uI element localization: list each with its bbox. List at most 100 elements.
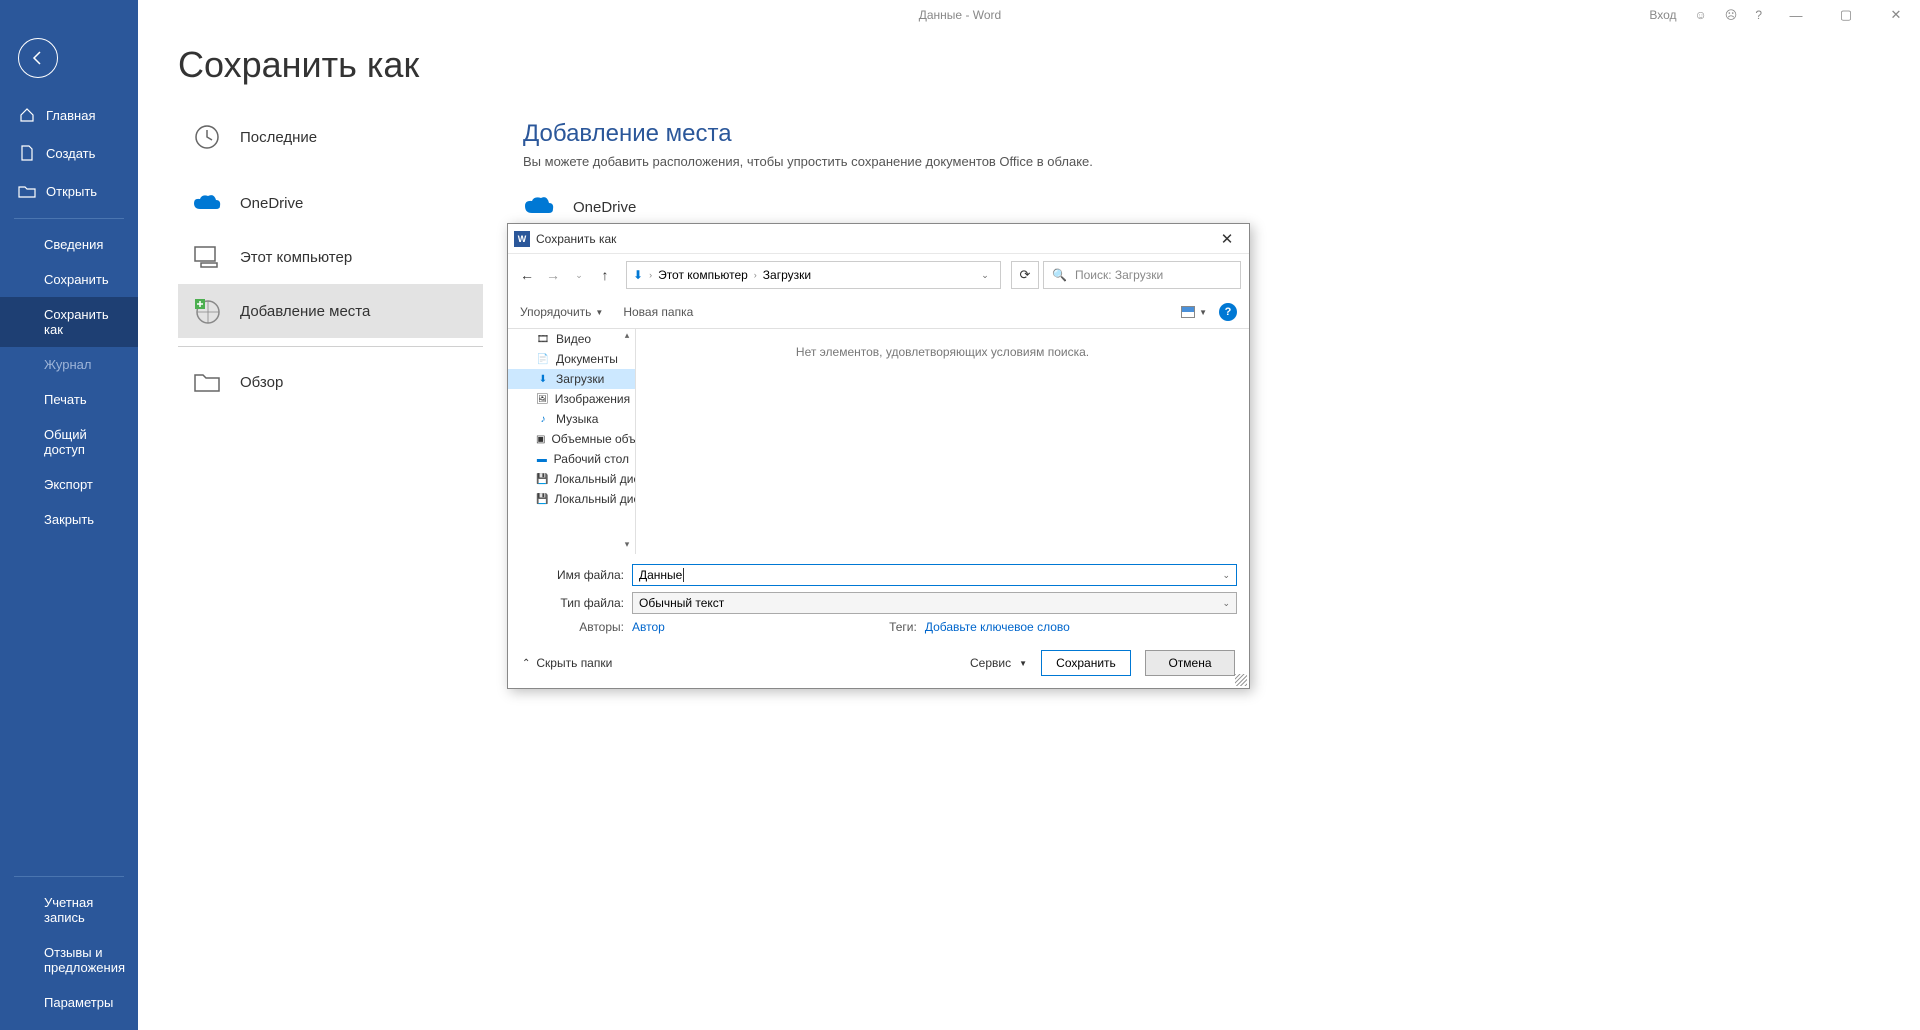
close-window-button[interactable]: ✕ <box>1880 7 1912 23</box>
dialog-nav: ← → ⌄ ↑ ⬇ › Этот компьютер › Загрузки ⌄ … <box>508 254 1249 296</box>
nav-account-label: Учетная запись <box>44 895 124 925</box>
sign-in-link[interactable]: Вход <box>1649 8 1676 22</box>
nav-open[interactable]: Открыть <box>0 172 138 210</box>
nav-recent-dropdown[interactable]: ⌄ <box>568 264 590 286</box>
location-this-pc[interactable]: Этот компьютер <box>178 230 483 284</box>
tree-item-local2[interactable]: 💾Локальный диск <box>508 489 635 509</box>
folder-icon <box>192 367 222 397</box>
service-menu[interactable]: Сервис ▼ <box>970 656 1027 670</box>
nav-feedback[interactable]: Отзывы и предложения <box>0 935 138 985</box>
address-bar[interactable]: ⬇ › Этот компьютер › Загрузки ⌄ <box>626 261 1001 289</box>
feedback-icon[interactable]: ☹ <box>1725 8 1738 22</box>
dialog-close-button[interactable]: ✕ <box>1213 230 1241 248</box>
nav-back-button[interactable]: ← <box>516 264 538 286</box>
nav-open-label: Открыть <box>46 184 97 199</box>
nav-save-as[interactable]: Сохранить как <box>0 297 138 347</box>
location-add-place-label: Добавление места <box>240 303 370 320</box>
address-dropdown[interactable]: ⌄ <box>976 270 994 281</box>
face-icon[interactable]: ☺ <box>1695 8 1707 22</box>
breadcrumb-downloads[interactable]: Загрузки <box>763 268 811 282</box>
download-icon: ⬇ <box>536 372 550 386</box>
nav-options[interactable]: Параметры <box>0 985 138 1030</box>
chevron-down-icon[interactable]: ⌄ <box>1222 570 1230 581</box>
backstage-sidebar: Главная Создать Открыть Сведения Сохрани… <box>0 0 138 1030</box>
chevron-down-icon[interactable]: ⌄ <box>1222 598 1230 609</box>
save-button[interactable]: Сохранить <box>1041 650 1131 676</box>
tree-item-downloads[interactable]: ⬇Загрузки <box>508 369 635 389</box>
chevron-up-icon: ⌃ <box>522 658 530 669</box>
detail-title: Добавление места <box>523 120 1880 148</box>
detail-subtitle: Вы можете добавить расположения, чтобы у… <box>523 154 1880 169</box>
location-browse[interactable]: Обзор <box>178 355 483 409</box>
tree-item-music[interactable]: ♪Музыка <box>508 409 635 429</box>
nav-save[interactable]: Сохранить <box>0 262 138 297</box>
nav-info[interactable]: Сведения <box>0 227 138 262</box>
organize-menu[interactable]: Упорядочить ▼ <box>520 305 603 319</box>
picture-icon: 🖼 <box>536 392 549 406</box>
dialog-footer: ⌃ Скрыть папки Сервис ▼ Сохранить Отмена <box>508 638 1249 688</box>
document-title: Данные - Word <box>919 8 1001 22</box>
refresh-button[interactable]: ⟳ <box>1011 261 1039 289</box>
filetype-label: Тип файла: <box>520 596 632 610</box>
tree-item-local1[interactable]: 💾Локальный диск <box>508 469 635 489</box>
nav-new[interactable]: Создать <box>0 134 138 172</box>
filename-label: Имя файла: <box>520 568 632 582</box>
desktop-icon: ▬ <box>536 452 548 466</box>
document-icon <box>18 144 36 162</box>
nav-close[interactable]: Закрыть <box>0 502 138 537</box>
scroll-down-arrow[interactable]: ▾ <box>620 539 634 553</box>
tree-item-desktop[interactable]: ▬Рабочий стол <box>508 449 635 469</box>
downloads-arrow-icon: ⬇ <box>633 268 643 282</box>
tree-item-pictures[interactable]: 🖼Изображения <box>508 389 635 409</box>
nav-share-label: Общий доступ <box>44 427 124 457</box>
nav-up-button[interactable]: ↑ <box>594 264 616 286</box>
nav-options-label: Параметры <box>44 995 113 1010</box>
nav-close-label: Закрыть <box>44 512 94 527</box>
cube-icon: ▣ <box>536 432 545 446</box>
nav-home[interactable]: Главная <box>0 96 138 134</box>
page-title: Сохранить как <box>178 44 1920 86</box>
hide-folders-toggle[interactable]: ⌃ Скрыть папки <box>522 656 612 670</box>
filetype-select[interactable]: Обычный текст ⌄ <box>632 592 1237 614</box>
help-button[interactable]: ? <box>1219 303 1237 321</box>
location-recent[interactable]: Последние <box>178 110 483 164</box>
back-button[interactable] <box>18 38 58 78</box>
tree-item-3d[interactable]: ▣Объемные объекты <box>508 429 635 449</box>
new-folder-button[interactable]: Новая папка <box>623 305 693 319</box>
tags-label: Теги: <box>875 620 925 634</box>
music-icon: ♪ <box>536 412 550 426</box>
tree-item-videos[interactable]: 🎞Видео <box>508 329 635 349</box>
resize-grip[interactable] <box>1235 674 1247 686</box>
scroll-up-arrow[interactable]: ▴ <box>620 330 634 344</box>
nav-info-label: Сведения <box>44 237 103 252</box>
nav-print-label: Печать <box>44 392 87 407</box>
authors-value[interactable]: Автор <box>632 620 665 634</box>
search-input[interactable]: 🔍 Поиск: Загрузки <box>1043 261 1241 289</box>
place-onedrive[interactable]: OneDrive <box>523 195 1880 219</box>
view-mode-button[interactable]: ▼ <box>1181 306 1207 318</box>
authors-label: Авторы: <box>520 620 632 634</box>
filename-input[interactable]: Данные ⌄ <box>632 564 1237 586</box>
minimize-button[interactable]: ― <box>1780 8 1812 23</box>
cancel-button[interactable]: Отмена <box>1145 650 1235 676</box>
location-onedrive[interactable]: OneDrive <box>178 176 483 230</box>
tags-value[interactable]: Добавьте ключевое слово <box>925 620 1070 634</box>
location-add-place[interactable]: Добавление места <box>178 284 483 338</box>
nav-save-as-label: Сохранить как <box>44 307 124 337</box>
nav-history: Журнал <box>0 347 138 382</box>
maximize-button[interactable]: ▢ <box>1830 7 1862 23</box>
nav-export-label: Экспорт <box>44 477 93 492</box>
nav-forward-button[interactable]: → <box>542 264 564 286</box>
nav-export[interactable]: Экспорт <box>0 467 138 502</box>
nav-account[interactable]: Учетная запись <box>0 885 138 935</box>
location-recent-label: Последние <box>240 129 317 146</box>
empty-message: Нет элементов, удовлетворяющих условиям … <box>796 345 1089 359</box>
help-icon[interactable]: ? <box>1755 8 1762 22</box>
location-onedrive-label: OneDrive <box>240 195 303 212</box>
app-titlebar: Данные - Word Вход ☺ ☹ ? ― ▢ ✕ <box>0 0 1920 30</box>
clock-icon <box>192 122 222 152</box>
nav-share[interactable]: Общий доступ <box>0 417 138 467</box>
nav-print[interactable]: Печать <box>0 382 138 417</box>
breadcrumb-pc[interactable]: Этот компьютер <box>658 268 748 282</box>
tree-item-documents[interactable]: 📄Документы <box>508 349 635 369</box>
